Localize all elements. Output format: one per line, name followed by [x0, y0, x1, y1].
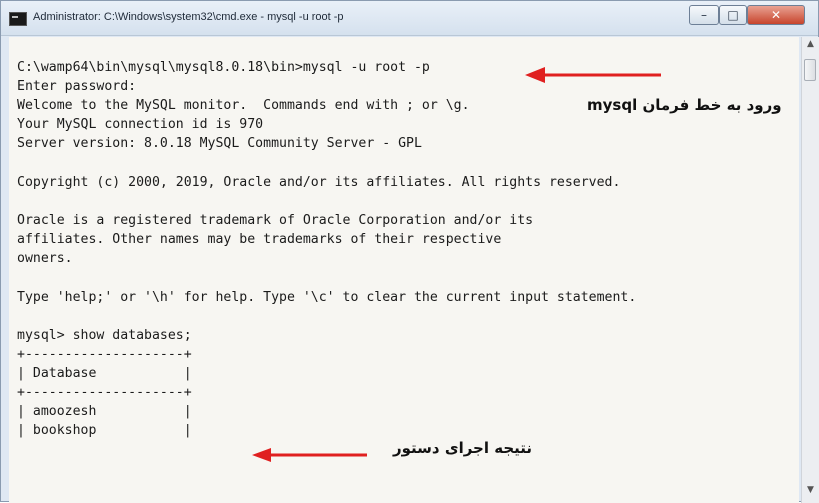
table-header: | Database | [17, 366, 192, 381]
console-line: Copyright (c) 2000, 2019, Oracle and/or … [17, 175, 621, 190]
minimize-button[interactable]: – [689, 5, 719, 25]
console-line: Enter password: [17, 79, 137, 94]
console-line: Type 'help;' or '\h' for help. Type '\c'… [17, 290, 637, 305]
table-border: +--------------------+ [17, 347, 192, 362]
console-line: Your MySQL connection id is 970 [17, 117, 264, 132]
window-title: Administrator: C:\Windows\system32\cmd.e… [33, 11, 344, 23]
title-bar[interactable]: Administrator: C:\Windows\system32\cmd.e… [1, 1, 818, 36]
console-line: owners. [17, 251, 73, 266]
scroll-down-arrow-icon[interactable]: ▼ [804, 485, 817, 499]
console-line: affiliates. Other names may be trademark… [17, 232, 502, 247]
console-line-command: C:\wamp64\bin\mysql\mysql8.0.18\bin>mysq… [17, 60, 430, 75]
table-border: +--------------------+ [17, 385, 192, 400]
console-line: Server version: 8.0.18 MySQL Community S… [17, 136, 422, 151]
vertical-scrollbar[interactable]: ▲ ▼ [801, 37, 819, 503]
cmd-icon [9, 12, 27, 26]
cmd-window: Administrator: C:\Windows\system32\cmd.e… [0, 0, 819, 503]
maximize-button[interactable]: □ [719, 5, 747, 25]
login-arrow-icon [525, 67, 661, 83]
scroll-up-arrow-icon[interactable]: ▲ [804, 39, 817, 53]
close-button[interactable]: ✕ [747, 5, 805, 25]
console-line: Oracle is a registered trademark of Orac… [17, 213, 534, 228]
console-line-query: mysql> show databases; [17, 328, 192, 343]
login-annotation: ورود به خط فرمان mysql [587, 96, 782, 114]
console-line: Welcome to the MySQL monitor. Commands e… [17, 98, 470, 113]
scroll-thumb[interactable] [804, 59, 816, 81]
result-arrow-icon [252, 448, 367, 462]
table-row: | bookshop | [17, 423, 192, 438]
table-row: | amoozesh | [17, 404, 192, 419]
result-annotation: نتیجه اجرای دستور [393, 439, 533, 457]
